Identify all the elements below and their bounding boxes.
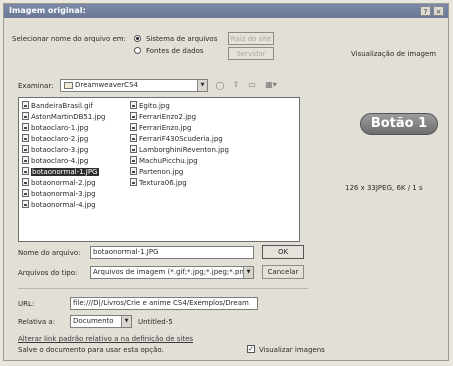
folder-icon <box>64 82 73 89</box>
title-bar: Imagem original: ? × <box>4 4 448 18</box>
preview-image: Botão 1 <box>360 113 438 135</box>
radio-filesystem-label[interactable]: Sistema de arquivos <box>146 35 217 43</box>
image-file-icon <box>22 200 29 208</box>
file-item[interactable]: botaoclaro-3.jpg <box>22 145 88 156</box>
chevron-down-icon[interactable]: ▼ <box>121 316 131 327</box>
document-name: Untitled-5 <box>138 318 173 326</box>
image-file-icon <box>130 167 137 175</box>
back-icon[interactable]: ◯ <box>215 81 225 91</box>
file-list[interactable]: BandeiraBrasil.gif AstonMartinDB51.jpg b… <box>18 97 300 242</box>
chevron-down-icon[interactable]: ▼ <box>243 267 253 278</box>
image-file-icon <box>22 167 29 175</box>
server-button[interactable]: Servidor <box>228 47 274 60</box>
file-item[interactable]: botaoclaro-2.jpg <box>22 134 88 145</box>
url-input[interactable]: file:///D|/Livros/Crie e anime CS4/Exemp… <box>70 297 258 310</box>
filetype-value: Arquivos de imagem (*.gif;*.jpg;*.jpeg;*… <box>93 268 254 276</box>
filetype-label: Arquivos do tipo: <box>18 269 78 277</box>
cancel-button[interactable]: Cancelar <box>262 265 304 279</box>
select-name-label: Selecionar nome do arquivo em: <box>12 35 126 43</box>
file-item-selected[interactable]: botaonormal-1.JPG <box>22 167 99 178</box>
site-root-button[interactable]: Raiz do site <box>228 32 274 45</box>
file-item[interactable]: BandeiraBrasil.gif <box>22 101 93 112</box>
file-item[interactable]: botaonormal-2.jpg <box>22 178 96 189</box>
file-item[interactable]: LamborghiniReventon.jpg <box>130 145 229 156</box>
radio-datasources[interactable] <box>134 47 141 54</box>
url-label: URL: <box>18 300 35 308</box>
lookin-value: DreamweaverCS4 <box>75 81 138 89</box>
file-item[interactable]: botaonormal-4.jpg <box>22 200 96 211</box>
file-item[interactable]: botaoclaro-4.jpg <box>22 156 88 167</box>
file-item[interactable]: botaonormal-3.jpg <box>22 189 96 200</box>
relative-select[interactable]: Documento ▼ <box>70 315 132 328</box>
radio-filesystem[interactable] <box>134 35 141 42</box>
image-file-icon <box>22 145 29 153</box>
help-button[interactable]: ? <box>420 6 431 16</box>
relative-label: Relativa a: <box>18 318 56 326</box>
relative-value: Documento <box>73 317 114 325</box>
image-file-icon <box>130 178 137 186</box>
image-file-icon <box>22 178 29 186</box>
image-file-icon <box>130 112 137 120</box>
change-relative-link[interactable]: Alterar link padrão relativo a na defini… <box>18 335 193 343</box>
image-file-icon <box>130 123 137 131</box>
view-menu-icon[interactable]: ▦▾ <box>263 80 279 90</box>
image-file-icon <box>22 156 29 164</box>
preview-images-checkbox[interactable]: ✓ <box>247 345 255 353</box>
image-file-icon <box>130 156 137 164</box>
image-file-icon <box>130 134 137 142</box>
dialog-title: Imagem original: <box>9 6 86 15</box>
filename-label: Nome do arquivo: <box>18 249 81 257</box>
ok-button[interactable]: OK <box>262 245 304 259</box>
preview-title: Visualização de imagem <box>351 50 437 58</box>
file-item[interactable]: FerrariF430Scuderia.jpg <box>130 134 223 145</box>
image-source-dialog: Imagem original: ? × Selecionar nome do … <box>3 3 449 361</box>
file-item[interactable]: AstonMartinDB51.jpg <box>22 112 105 123</box>
radio-datasources-label[interactable]: Fontes de dados <box>146 47 204 55</box>
filename-input[interactable]: botaonormal-1.JPG <box>90 246 254 259</box>
save-note: Salve o documento para usar esta opção. <box>18 346 164 354</box>
image-file-icon <box>22 189 29 197</box>
file-item[interactable]: Textura06.jpg <box>130 178 187 189</box>
divider <box>18 288 308 289</box>
file-item[interactable]: Partenon.jpg <box>130 167 183 178</box>
image-file-icon <box>22 101 29 109</box>
file-item[interactable]: MachuPicchu.jpg <box>130 156 198 167</box>
preview-images-label[interactable]: Visualizar imagens <box>259 346 325 354</box>
file-item[interactable]: FerrariEnzo2.jpg <box>130 112 196 123</box>
image-file-icon <box>22 123 29 131</box>
new-folder-icon[interactable]: ▭ <box>247 80 257 90</box>
image-file-icon <box>22 134 29 142</box>
image-file-icon <box>22 112 29 120</box>
lookin-label: Examinar: <box>18 82 54 90</box>
filetype-select[interactable]: Arquivos de imagem (*.gif;*.jpg;*.jpeg;*… <box>90 266 254 279</box>
chevron-down-icon[interactable]: ▼ <box>197 80 207 91</box>
file-item[interactable]: botaoclaro-1.jpg <box>22 123 88 134</box>
file-item[interactable]: FerrariEnzo.jpg <box>130 123 191 134</box>
close-button[interactable]: × <box>433 6 444 16</box>
lookin-select[interactable]: DreamweaverCS4 ▼ <box>60 79 208 92</box>
image-file-icon <box>130 101 137 109</box>
image-file-icon <box>130 145 137 153</box>
preview-info: 126 x 33JPEG, 6K / 1 s <box>345 184 423 192</box>
up-folder-icon[interactable]: ⇧ <box>231 80 241 90</box>
file-item[interactable]: Egito.jpg <box>130 101 170 112</box>
